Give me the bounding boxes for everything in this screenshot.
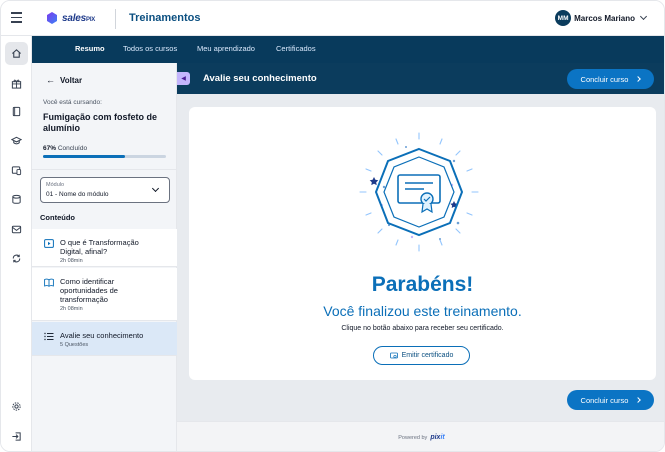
lesson-title[interactable]: Avalie seu conhecimento (60, 331, 160, 340)
home-icon[interactable] (5, 42, 28, 65)
module-select[interactable]: Módulo 01 - Nome do módulo (40, 177, 170, 203)
top-bar: salesPIX Treinamentos MM Marcos Mariano (1, 1, 664, 36)
lesson-title[interactable]: O que é Transformação Digital, afinal? (60, 238, 160, 256)
certificate-icon[interactable] (389, 352, 398, 360)
gift-icon[interactable] (5, 72, 28, 95)
footer-brand-accent: it (440, 434, 445, 441)
finish-course-label[interactable]: Concluir curso (581, 396, 629, 405)
logo-mark-icon (47, 11, 59, 25)
lesson-item-active[interactable]: Avalie seu conhecimento 5 Questões (32, 322, 177, 356)
pixit-logo: pixit (430, 434, 444, 441)
video-icon (44, 239, 54, 248)
lesson-duration: 2h 08min (60, 306, 83, 312)
finish-course-button-bottom[interactable]: Concluir curso (567, 390, 654, 410)
logo-brand-suffix: PIX (86, 16, 96, 23)
cycle-icon[interactable] (5, 247, 28, 270)
settings-icon[interactable] (5, 395, 28, 418)
congrats-hint: Clique no botão abaixo para receber seu … (341, 325, 504, 332)
page-title: Avalie seu conhecimento (203, 73, 317, 84)
device-icon[interactable] (5, 159, 28, 182)
chevron-right-icon[interactable] (635, 397, 642, 403)
issue-certificate-label[interactable]: Emitir certificado (402, 352, 454, 359)
certificate-badge-illustration (359, 132, 479, 252)
book-icon[interactable] (5, 100, 28, 123)
course-nav-bar: Resumo Todos os cursos Meu aprendizado C… (32, 36, 664, 63)
completion-card: Parabéns! Você finalizou este treinament… (189, 107, 656, 380)
menu-icon[interactable] (11, 12, 22, 24)
footer: Powered by pixit (177, 421, 664, 451)
module-select-value[interactable]: 01 - Nome do módulo (46, 191, 109, 198)
graduation-cap-icon[interactable] (5, 129, 28, 152)
divider (115, 9, 116, 29)
progress-bar-fill (43, 155, 126, 158)
footer-brand: pix (430, 434, 441, 441)
lesson-item[interactable]: Como identificar oportunidades de transf… (32, 268, 177, 321)
lesson-item[interactable]: O que é Transformação Digital, afinal? 2… (32, 229, 177, 267)
lesson-duration: 2h 08min (60, 258, 83, 264)
book-open-icon (44, 278, 54, 287)
logo-brand-text: sales (62, 12, 87, 24)
chevron-down-icon[interactable] (151, 184, 160, 193)
main-panel: ◀ Avalie seu conhecimento Concluir curso (177, 63, 664, 421)
mail-icon[interactable] (5, 218, 28, 241)
main-header: ◀ Avalie seu conhecimento Concluir curso (177, 63, 664, 94)
powered-by-label: Powered by (398, 435, 428, 441)
module-select-label: Módulo (46, 182, 65, 188)
issue-certificate-button[interactable]: Emitir certificado (373, 346, 470, 365)
finish-course-label[interactable]: Concluir curso (581, 75, 629, 84)
back-button[interactable]: ← Voltar (46, 75, 82, 85)
chevron-right-icon[interactable] (635, 76, 642, 82)
finish-course-button-top[interactable]: Concluir curso (567, 69, 654, 89)
cursando-label: Você está cursando: (43, 99, 102, 106)
congrats-title: Parabéns! (371, 273, 474, 296)
lesson-question-count: 5 Questões (60, 342, 89, 348)
list-icon (44, 332, 54, 341)
back-label[interactable]: Voltar (60, 76, 82, 85)
user-menu[interactable]: MM Marcos Mariano (555, 10, 648, 26)
course-name: Fumigação com fosfeto de alumínio (43, 112, 158, 133)
content-heading: Conteúdo (40, 213, 75, 222)
database-icon[interactable] (5, 188, 28, 211)
powered-by: Powered by pixit (177, 434, 664, 441)
salespix-logo: salesPIX (47, 11, 95, 25)
progress-suffix: Concluído (57, 145, 88, 152)
progress-label: 67% Concluído (43, 145, 87, 152)
tab-todos-os-cursos[interactable]: Todos os cursos (123, 44, 177, 53)
collapse-sidebar-button[interactable]: ◀ (177, 72, 190, 85)
chevron-down-icon[interactable] (639, 12, 648, 21)
divider (32, 169, 177, 170)
app-title: Treinamentos (129, 12, 201, 24)
app-window: salesPIX Treinamentos MM Marcos Mariano (0, 0, 665, 452)
arrow-left-icon[interactable]: ◀ (181, 75, 186, 82)
avatar[interactable]: MM (555, 10, 572, 26)
congrats-subtitle: Você finalizou este treinamento. (323, 303, 522, 319)
lesson-title[interactable]: Como identificar oportunidades de transf… (60, 277, 160, 304)
progress-bar (43, 155, 166, 158)
arrow-left-icon[interactable]: ← (46, 75, 55, 85)
progress-value: 67% (43, 145, 57, 152)
tab-resumo[interactable]: Resumo (75, 44, 105, 53)
tab-meu-aprendizado[interactable]: Meu aprendizado (197, 44, 255, 53)
course-sidebar: ← Voltar Você está cursando: Fumigação c… (32, 63, 177, 451)
user-name[interactable]: Marcos Mariano (574, 14, 635, 23)
tab-certificados[interactable]: Certificados (276, 44, 316, 53)
logout-icon[interactable] (5, 425, 28, 448)
icon-rail (1, 36, 32, 451)
